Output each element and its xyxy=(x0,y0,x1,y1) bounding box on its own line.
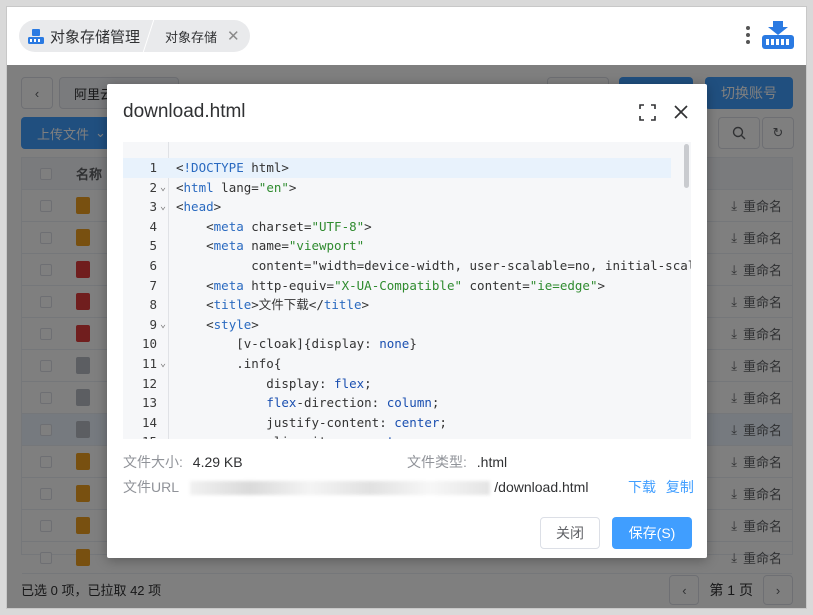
code-line[interactable]: 10 [v-cloak]{display: none} xyxy=(123,334,671,354)
line-number: 2 xyxy=(149,179,157,195)
code-editor[interactable]: 1 <!DOCTYPE html> 2 ⌄ <html lang="en"> 3 ⌄ <hea… xyxy=(123,142,691,439)
code-line[interactable]: 14 justify-content: center; xyxy=(123,413,671,433)
code-line[interactable]: 9 ⌄ <style> xyxy=(123,315,671,335)
download-link[interactable]: 下载 xyxy=(628,479,656,495)
code-line[interactable]: 13 flex-direction: column; xyxy=(123,393,671,413)
file-size-label: 文件大小: xyxy=(123,454,183,470)
fold-chevron-icon[interactable]: ⌄ xyxy=(160,178,166,198)
tab-object-storage[interactable]: 对象存储 ✕ xyxy=(155,20,250,52)
code-line[interactable]: 3 ⌄ <head> xyxy=(123,197,671,217)
line-number: 9 xyxy=(149,316,157,332)
line-number: 14 xyxy=(141,414,157,430)
fullscreen-button[interactable] xyxy=(637,102,657,122)
app-window: 对象存储管理 对象存储 ✕ ‹ xyxy=(6,6,807,609)
code-line[interactable]: 6 content="width=device-width, user-scal… xyxy=(123,256,691,276)
line-number: 4 xyxy=(149,218,157,234)
save-button[interactable]: 保存(S) xyxy=(612,517,692,549)
code-line[interactable]: 5 <meta name="viewport" xyxy=(123,236,671,256)
close-button[interactable]: 关闭 xyxy=(540,517,600,549)
line-number: 10 xyxy=(141,336,157,352)
tab-strip: 对象存储管理 对象存储 ✕ xyxy=(19,20,250,52)
code-line[interactable]: 4 <meta charset="UTF-8"> xyxy=(123,217,671,237)
code-line[interactable]: 12 display: flex; xyxy=(123,374,671,394)
fold-chevron-icon[interactable]: ⌄ xyxy=(160,315,166,335)
code-text: content="width=device-width, user-scalab… xyxy=(176,258,691,273)
line-number: 12 xyxy=(141,375,157,391)
tab-label: 对象存储管理 xyxy=(50,28,141,46)
file-url-tail: /download.html xyxy=(494,479,589,495)
code-text: <meta name="viewport" xyxy=(176,238,365,254)
code-text: align-items: center; xyxy=(176,432,417,439)
code-text: flex-direction: column; xyxy=(266,395,440,411)
file-url-label: 文件URL xyxy=(123,479,179,495)
line-number: 11 xyxy=(141,356,157,371)
title-bar: 对象存储管理 对象存储 ✕ xyxy=(7,7,806,65)
url-actions: 下载 复制 xyxy=(628,477,694,497)
tab-object-storage-management[interactable]: 对象存储管理 xyxy=(19,20,155,52)
file-url-info: 文件URL /download.html xyxy=(123,477,588,497)
editor-scrollbar[interactable] xyxy=(684,144,689,188)
fold-chevron-icon[interactable]: ⌄ xyxy=(160,197,166,217)
line-number: 3 xyxy=(149,199,157,215)
fold-chevron-icon[interactable]: ⌄ xyxy=(160,354,166,374)
code-line[interactable]: 8 <title>文件下载</title> xyxy=(123,295,671,315)
dialog-title: download.html xyxy=(123,101,246,122)
line-number: 8 xyxy=(149,297,157,313)
save-button-label: 保存(S) xyxy=(628,525,676,541)
code-text: <!DOCTYPE html> xyxy=(176,160,289,175)
file-preview-dialog: download.html 1 <!DOCTYPE html> 2 ⌄ <html la… xyxy=(107,84,707,558)
code-text: <meta charset="UTF-8"> xyxy=(176,218,372,234)
code-line[interactable]: 15 align-items: center; xyxy=(123,432,671,439)
file-size-value: 4.29 KB xyxy=(192,454,243,470)
tab-label: 对象存储 xyxy=(165,29,218,45)
code-text: <meta http-equiv="X-UA-Compatible" conte… xyxy=(176,277,605,293)
code-text: display: flex; xyxy=(176,375,372,391)
file-size-info: 文件大小: 4.29 KB xyxy=(123,452,243,472)
close-icon[interactable]: ✕ xyxy=(227,27,240,45)
code-text: <style> xyxy=(176,316,259,332)
storage-app-icon xyxy=(28,29,44,44)
line-number: 15 xyxy=(123,432,157,439)
code-line[interactable]: 1 <!DOCTYPE html> xyxy=(123,158,671,178)
more-menu-icon[interactable] xyxy=(746,26,750,44)
code-text: [v-cloak]{display: none} xyxy=(176,336,417,352)
file-type-info: 文件类型: .html xyxy=(407,452,507,472)
code-line[interactable]: 2 ⌄ <html lang="en"> xyxy=(123,178,671,198)
file-url-redacted xyxy=(190,481,491,496)
close-icon xyxy=(674,105,688,119)
line-number: 7 xyxy=(149,277,157,293)
file-type-label: 文件类型: xyxy=(407,454,467,470)
title-bar-right xyxy=(746,17,796,53)
cloud-upload-logo-icon xyxy=(762,21,794,49)
close-button-label: 关闭 xyxy=(556,525,584,541)
line-number: 13 xyxy=(141,395,157,411)
code-text: .info{ xyxy=(176,356,282,371)
code-text: <head> xyxy=(176,199,222,215)
code-text: <html lang="en"> xyxy=(176,179,297,195)
copy-link[interactable]: 复制 xyxy=(666,479,694,495)
code-text: <title>文件下载</title> xyxy=(176,297,370,313)
line-number: 5 xyxy=(149,238,157,254)
fullscreen-icon xyxy=(638,103,656,121)
code-line[interactable]: 11 ⌄ .info{ xyxy=(123,354,671,374)
close-dialog-button[interactable] xyxy=(671,102,691,122)
code-line[interactable]: 7 <meta http-equiv="X-UA-Compatible" con… xyxy=(123,276,671,296)
file-type-value: .html xyxy=(476,454,508,470)
line-number: 6 xyxy=(149,258,157,273)
code-text: justify-content: center; xyxy=(176,414,447,430)
line-number: 1 xyxy=(149,160,157,175)
